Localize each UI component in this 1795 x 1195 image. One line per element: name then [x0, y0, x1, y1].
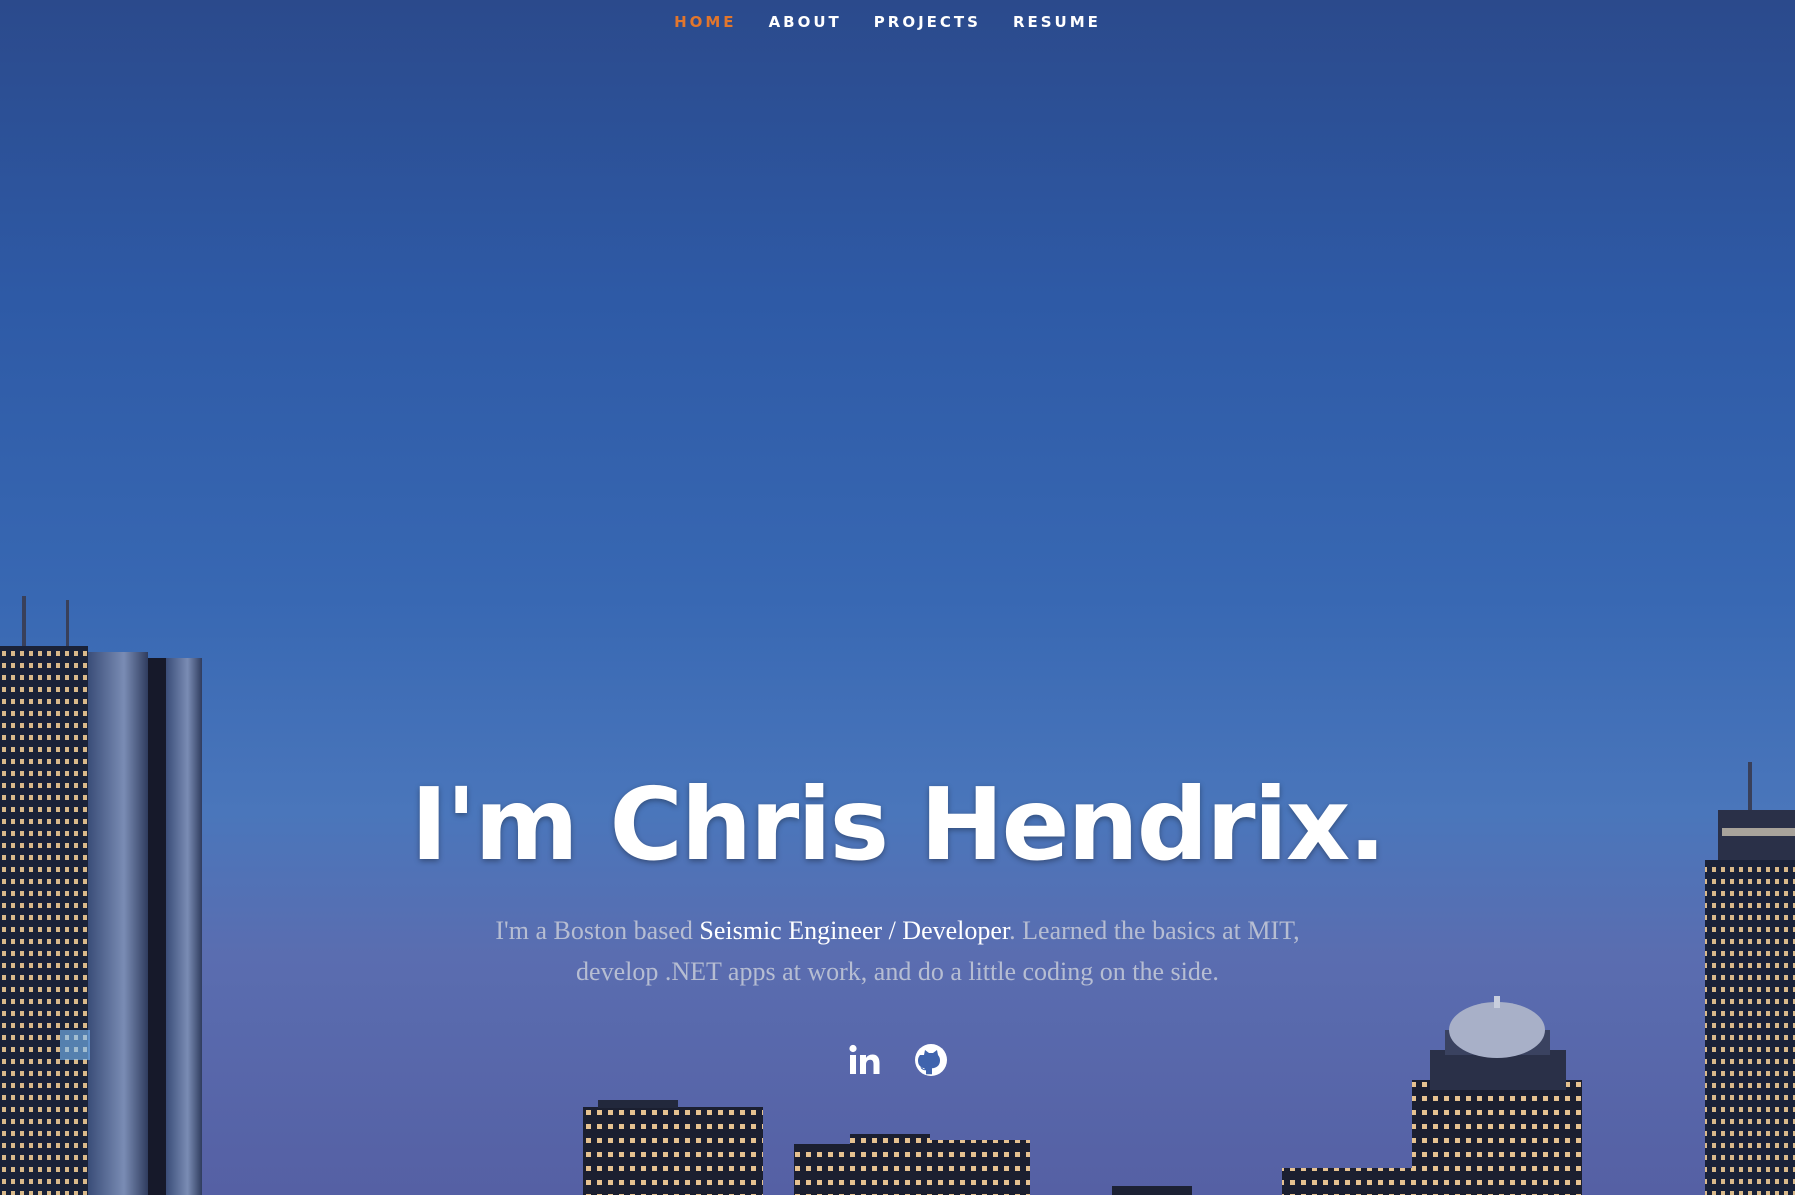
nav-link-resume[interactable]: Resume [1013, 13, 1101, 31]
intro-highlight: Seismic Engineer / Developer [699, 916, 1010, 945]
github-link[interactable] [913, 1042, 949, 1078]
hero-title: I'm Chris Hendrix. [410, 766, 1387, 883]
linkedin-link[interactable] [847, 1042, 883, 1078]
center-buildings [583, 1100, 1422, 1195]
nav-link-about[interactable]: About [769, 13, 842, 31]
nav-item-resume: Resume [997, 13, 1117, 32]
linkedin-icon [848, 1044, 879, 1074]
github-icon [914, 1044, 947, 1076]
nav-item-projects: Projects [858, 13, 997, 32]
nav-item-home: Home [658, 13, 752, 32]
hero-section: I'm Chris Hendrix. I'm a Boston based Se… [0, 760, 1795, 1078]
main-nav: Home About Projects Resume [0, 0, 1795, 44]
nav-link-projects[interactable]: Projects [874, 13, 981, 31]
social-links [0, 1042, 1795, 1078]
nav-list: Home About Projects Resume [658, 13, 1117, 32]
nav-link-home[interactable]: Home [674, 13, 736, 31]
intro-text-pre: I'm a Boston based [495, 916, 700, 945]
nav-item-about: About [753, 13, 858, 32]
hero-intro: I'm a Boston based Seismic Engineer / De… [458, 910, 1338, 992]
